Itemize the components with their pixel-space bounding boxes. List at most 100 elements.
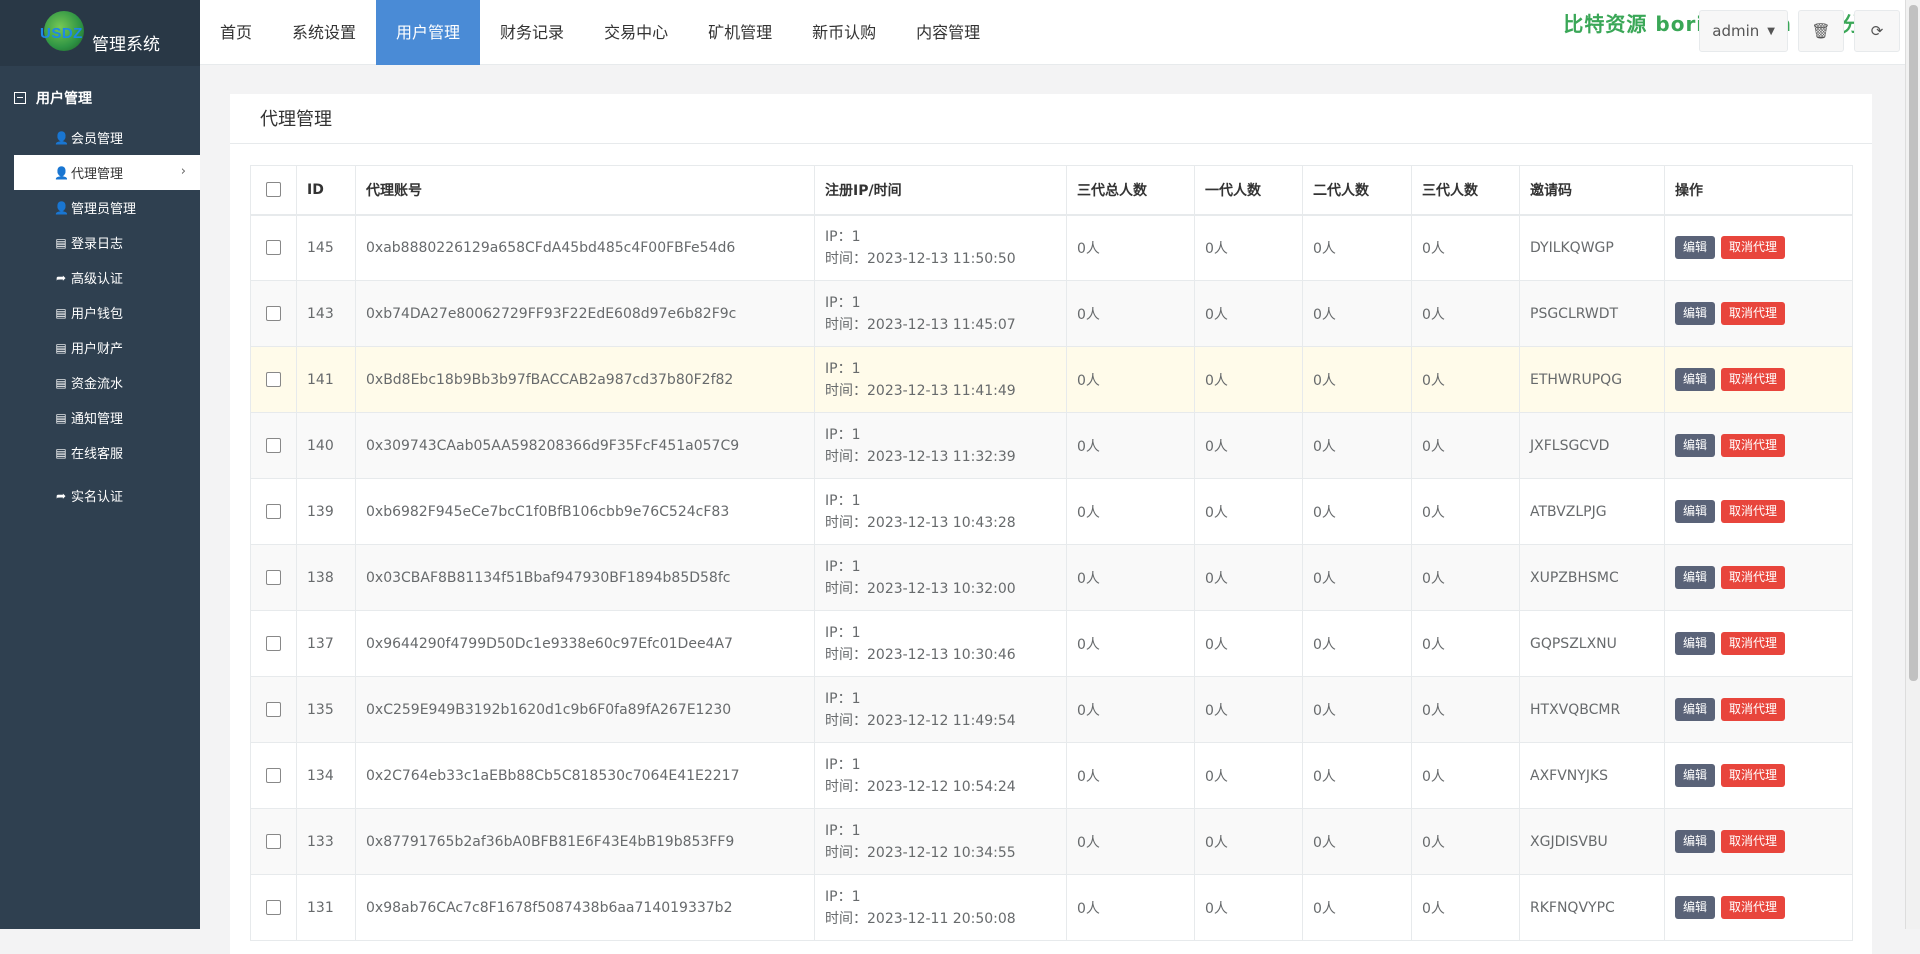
cell-ops: 编辑 取消代理: [1664, 478, 1853, 545]
edit-button[interactable]: 编辑: [1675, 434, 1716, 457]
cell-total: 0人: [1066, 676, 1195, 743]
sidebar-item[interactable]: ➦ 实名认证: [14, 478, 200, 513]
table-row[interactable]: 133 0x87791765b2af36bA0BFB81E6F43E4bB19b8…: [250, 808, 1853, 875]
cell-invite-code: JXFLSGCVD: [1519, 412, 1665, 479]
cell-account: 0x98ab76CAc7c8F1678f5087438b6aa714019337…: [355, 874, 815, 941]
cell-account: 0x309743CAab05AA598208366d9F35FcF451a057…: [355, 412, 815, 479]
top-menu-item[interactable]: 新币认购: [792, 0, 896, 65]
cell-reg: IP：1 时间：2023-12-11 20:50:08: [814, 874, 1067, 941]
cell-invite-code: PSGCLRWDT: [1519, 280, 1665, 347]
cell-total: 0人: [1066, 742, 1195, 809]
table-row[interactable]: 143 0xb74DA27e80062729FF93F22EdE608d97e6b…: [250, 280, 1853, 347]
sidebar-item[interactable]: ➦ 高级认证: [14, 260, 200, 295]
header-account: 代理账号: [355, 165, 815, 216]
edit-button[interactable]: 编辑: [1675, 764, 1716, 787]
clear-cache-button[interactable]: 🗑: [1798, 10, 1844, 52]
cancel-agent-button[interactable]: 取消代理: [1721, 830, 1786, 853]
edit-button[interactable]: 编辑: [1675, 236, 1716, 260]
table-row[interactable]: 135 0xC259E949B3192b1620d1c9b6F0fa89fA267…: [250, 676, 1853, 743]
table-row[interactable]: 140 0x309743CAab05AA598208366d9F35FcF451a…: [250, 412, 1853, 479]
cell-ops: 编辑 取消代理: [1664, 544, 1853, 611]
cancel-agent-button[interactable]: 取消代理: [1721, 302, 1786, 325]
reg-ip: IP：1: [825, 822, 861, 839]
row-checkbox[interactable]: [266, 438, 281, 453]
row-checkbox[interactable]: [266, 306, 281, 321]
cell-account: 0xC259E949B3192b1620d1c9b6F0fa89fA267E12…: [355, 676, 815, 743]
table-row[interactable]: 145 0xab8880226129a658CFdA45bd485c4F00FBF…: [250, 214, 1853, 281]
row-select-cell: [250, 412, 297, 479]
edit-button[interactable]: 编辑: [1675, 368, 1716, 391]
cell-total: 0人: [1066, 874, 1195, 941]
logo-title: 管理系统: [92, 34, 160, 55]
table-row[interactable]: 131 0x98ab76CAc7c8F1678f5087438b6aa714019…: [250, 874, 1853, 941]
top-menu-item[interactable]: 交易中心: [584, 0, 688, 65]
edit-button[interactable]: 编辑: [1675, 698, 1716, 721]
edit-button[interactable]: 编辑: [1675, 566, 1716, 589]
list-icon: ▤: [55, 445, 67, 460]
sidebar-item[interactable]: ▤ 通知管理: [14, 400, 200, 435]
cell-gen1: 0人: [1194, 544, 1303, 611]
row-checkbox[interactable]: [266, 240, 281, 256]
cell-gen3: 0人: [1411, 874, 1520, 941]
top-menu-item[interactable]: 矿机管理: [688, 0, 792, 65]
page-title: 代理管理: [230, 94, 1872, 144]
header-id: ID: [296, 165, 356, 216]
cell-account: 0xab8880226129a658CFdA45bd485c4F00FBFe54…: [355, 214, 815, 281]
edit-button[interactable]: 编辑: [1675, 830, 1716, 853]
table-row[interactable]: 141 0xBd8Ebc18b9Bb3b97fBACCAB2a987cd37b80…: [250, 346, 1853, 413]
cancel-agent-button[interactable]: 取消代理: [1721, 500, 1786, 523]
cancel-agent-button[interactable]: 取消代理: [1721, 368, 1786, 391]
cancel-agent-button[interactable]: 取消代理: [1721, 566, 1786, 589]
cancel-agent-button[interactable]: 取消代理: [1721, 434, 1786, 457]
cancel-agent-button[interactable]: 取消代理: [1721, 896, 1786, 919]
cell-gen1: 0人: [1194, 280, 1303, 347]
table-row[interactable]: 139 0xb6982F945eCe7bcC1f0BfB106cbb9e76C52…: [250, 478, 1853, 545]
row-checkbox[interactable]: [266, 768, 281, 783]
top-menu-item[interactable]: 财务记录: [480, 0, 584, 65]
table-row[interactable]: 137 0x9644290f4799D50Dc1e9338e60c97Efc01D…: [250, 610, 1853, 677]
content-panel: 代理管理 ID 代理账号 注册IP/时间 三代总人数 一代人数 二代人数 三代人…: [230, 94, 1872, 954]
edit-button[interactable]: 编辑: [1675, 632, 1716, 655]
admin-dropdown[interactable]: admin ▼: [1699, 10, 1788, 52]
row-checkbox[interactable]: [266, 702, 281, 717]
select-all-checkbox[interactable]: [266, 182, 281, 198]
row-checkbox[interactable]: [266, 504, 281, 519]
sidebar-item[interactable]: ▤ 资金流水: [14, 365, 200, 400]
edit-button[interactable]: 编辑: [1675, 896, 1716, 919]
sidebar-item[interactable]: ▤ 登录日志: [14, 225, 200, 260]
sidebar-item[interactable]: ▤ 在线客服: [14, 435, 200, 470]
row-checkbox[interactable]: [266, 570, 281, 585]
sidebar-item[interactable]: 👤 代理管理 ›: [14, 155, 200, 190]
sidebar-item[interactable]: 👤 管理员管理: [14, 190, 200, 225]
refresh-button[interactable]: ⟳: [1854, 10, 1900, 52]
row-checkbox[interactable]: [266, 834, 281, 849]
row-checkbox[interactable]: [266, 900, 281, 915]
list-icon: ▤: [55, 340, 67, 355]
row-checkbox[interactable]: [266, 636, 281, 651]
row-select-cell: [250, 610, 297, 677]
cell-id: 133: [296, 808, 356, 875]
cancel-agent-button[interactable]: 取消代理: [1721, 632, 1786, 655]
top-menu-item[interactable]: 首页: [200, 0, 272, 65]
page-scrollbar[interactable]: [1905, 0, 1920, 929]
cancel-agent-button[interactable]: 取消代理: [1721, 236, 1786, 260]
sidebar-group-title[interactable]: 用户管理: [0, 86, 200, 110]
cancel-agent-button[interactable]: 取消代理: [1721, 764, 1786, 787]
top-menu-item[interactable]: 内容管理: [896, 0, 1000, 65]
row-select-cell: [250, 742, 297, 809]
table-row[interactable]: 134 0x2C764eb33c1aEBb88Cb5C818530c7064E41…: [250, 742, 1853, 809]
edit-button[interactable]: 编辑: [1675, 302, 1716, 325]
sidebar-item[interactable]: ▤ 用户钱包: [14, 295, 200, 330]
top-menu-item[interactable]: 用户管理: [376, 0, 481, 65]
top-menu-item[interactable]: 系统设置: [272, 0, 376, 65]
sidebar-item[interactable]: ▤ 用户财产: [14, 330, 200, 365]
logo[interactable]: USDZ 管理系统: [0, 0, 200, 66]
cell-ops: 编辑 取消代理: [1664, 346, 1853, 413]
table-row[interactable]: 138 0x03CBAF8B81134f51Bbaf947930BF1894b85…: [250, 544, 1853, 611]
cancel-agent-button[interactable]: 取消代理: [1721, 698, 1786, 721]
scrollbar-thumb[interactable]: [1909, 5, 1918, 681]
sidebar-item[interactable]: 👤 会员管理: [14, 120, 200, 155]
edit-button[interactable]: 编辑: [1675, 500, 1716, 523]
row-checkbox[interactable]: [266, 372, 281, 387]
agent-table: ID 代理账号 注册IP/时间 三代总人数 一代人数 二代人数 三代人数 邀请码…: [250, 165, 1853, 941]
